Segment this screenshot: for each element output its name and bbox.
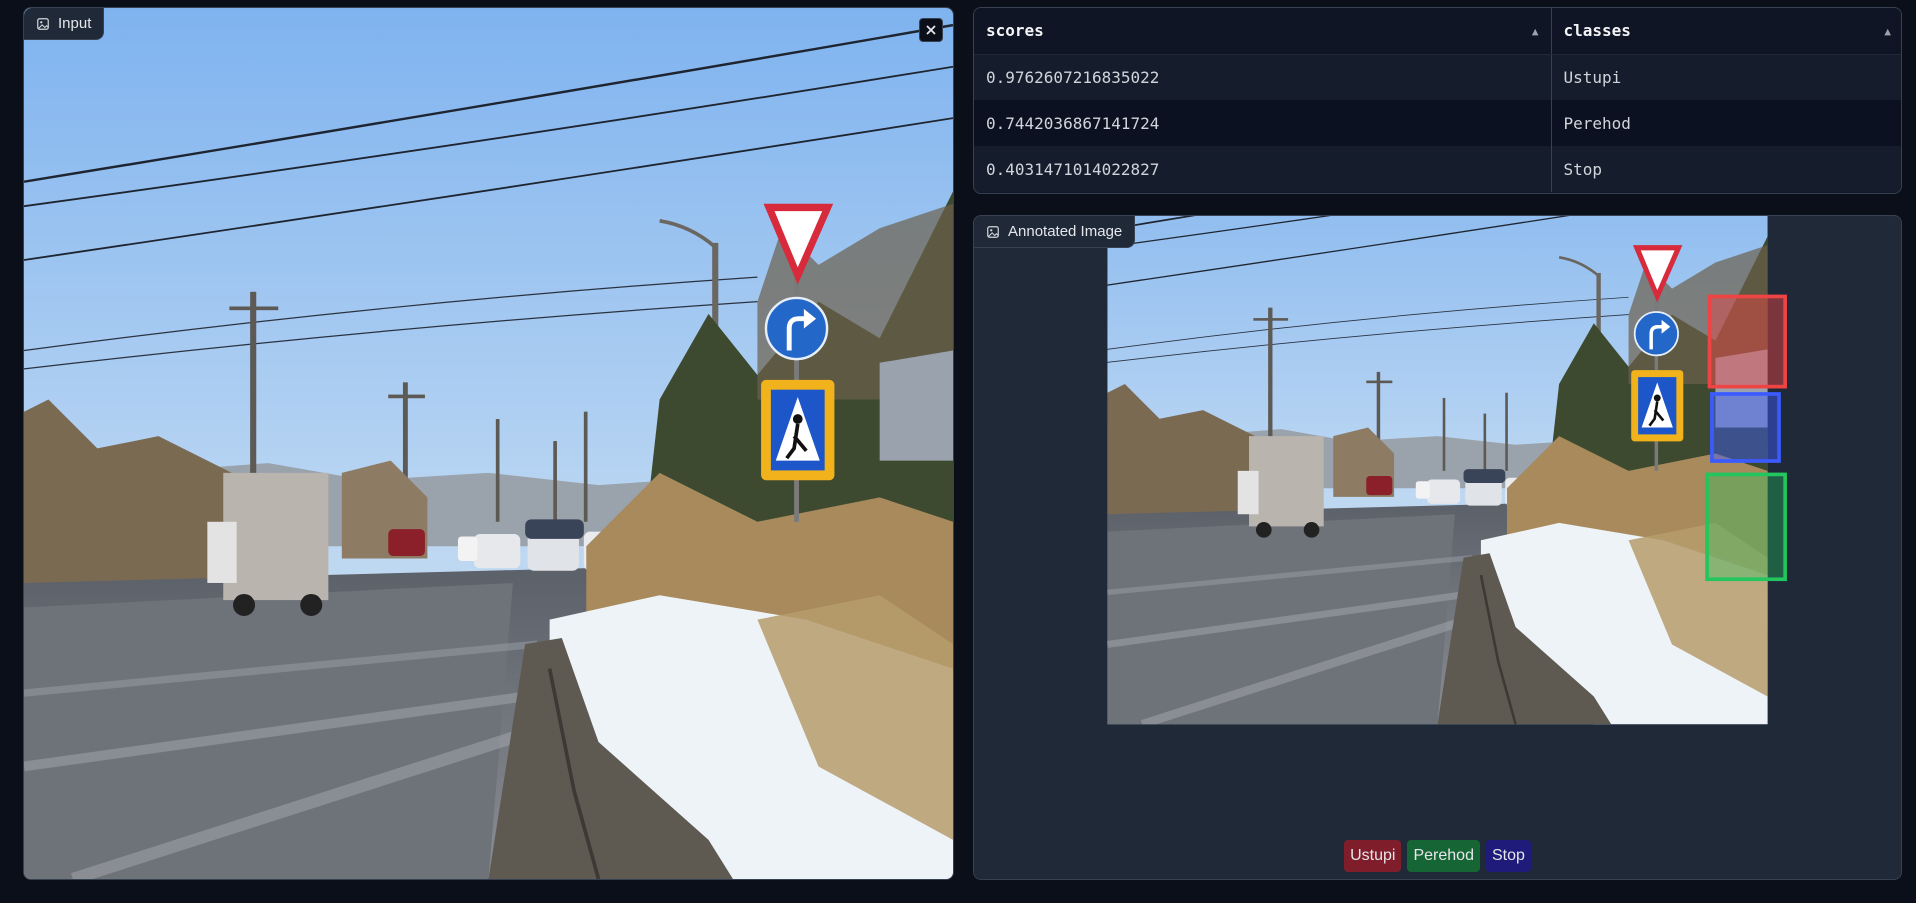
results-table: scores ▲ classes ▲ 0.9762607216835022 Us… — [973, 7, 1902, 194]
clear-image-button[interactable] — [919, 18, 943, 42]
image-icon — [36, 17, 50, 31]
table-row: 0.7442036867141724 Perehod — [974, 100, 1901, 146]
input-image-panel[interactable]: Input — [23, 7, 954, 880]
annotated-image — [974, 216, 1901, 834]
input-label-text: Input — [58, 15, 92, 32]
class-cell[interactable]: Stop — [1550, 146, 1901, 192]
legend-tag-perehod[interactable]: Perehod — [1407, 840, 1480, 872]
image-icon — [986, 225, 1000, 239]
annotation-legend: Ustupi Perehod Stop — [974, 833, 1901, 879]
column-header-scores[interactable]: scores ▲ — [974, 8, 1551, 55]
table-row: 0.4031471014022827 Stop — [974, 146, 1901, 192]
score-cell[interactable]: 0.4031471014022827 — [974, 146, 1551, 192]
close-icon — [926, 25, 936, 35]
sort-icon[interactable]: ▲ — [1884, 25, 1891, 38]
legend-tag-stop[interactable]: Stop — [1485, 840, 1531, 872]
column-header-classes[interactable]: classes ▲ — [1550, 8, 1901, 55]
legend-tag-ustupi[interactable]: Ustupi — [1344, 840, 1402, 872]
column-header-scores-label: scores — [986, 21, 1044, 41]
detection-box-perehod[interactable] — [1710, 392, 1781, 463]
score-cell[interactable]: 0.7442036867141724 — [974, 100, 1551, 146]
column-header-classes-label: classes — [1563, 21, 1631, 41]
input-label: Input — [24, 8, 105, 40]
annotated-image-panel: Annotated Image Ustupi Perehod Stop — [973, 215, 1902, 880]
sort-icon[interactable]: ▲ — [1532, 25, 1539, 38]
annotated-label-text: Annotated Image — [1008, 223, 1123, 240]
score-cell[interactable]: 0.9762607216835022 — [974, 54, 1551, 100]
input-image — [24, 8, 953, 879]
class-cell[interactable]: Perehod — [1550, 100, 1901, 146]
class-cell[interactable]: Ustupi — [1550, 54, 1901, 100]
detection-box-ustupi[interactable] — [1707, 294, 1787, 389]
table-row: 0.9762607216835022 Ustupi — [974, 54, 1901, 100]
app-root: Input scores ▲ classes ▲ 0.9762607216835… — [0, 0, 1916, 903]
detection-box-stop[interactable] — [1705, 472, 1787, 582]
annotated-label: Annotated Image — [974, 216, 1136, 248]
